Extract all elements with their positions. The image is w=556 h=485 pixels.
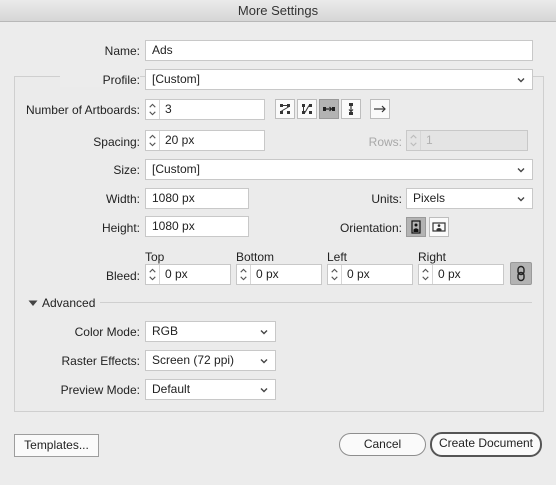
- height-label: Height:: [101, 221, 140, 235]
- advanced-toggle[interactable]: Advanced: [42, 296, 95, 310]
- color-mode-value: RGB: [152, 324, 179, 338]
- bleed-right-value: 0 px: [438, 267, 461, 281]
- height-field[interactable]: 1080 px: [145, 216, 249, 237]
- raster-effects-value: Screen (72 ppi): [152, 353, 235, 367]
- spacing-stepper[interactable]: 20 px: [145, 130, 265, 151]
- arrange-by-column-button[interactable]: [341, 99, 361, 119]
- artboards-stepper[interactable]: 3: [145, 99, 265, 120]
- units-value: Pixels: [413, 191, 446, 205]
- bleed-right-stepper[interactable]: 0 px: [418, 264, 504, 285]
- preview-mode-label: Preview Mode:: [60, 383, 140, 397]
- units-label: Units:: [371, 192, 402, 206]
- chevron-down-icon: [260, 388, 268, 393]
- stepper-arrows-icon: [410, 131, 421, 150]
- chevron-down-icon: [517, 168, 525, 173]
- orientation-label: Orientation:: [339, 221, 402, 235]
- bleed-left-value: 0 px: [347, 267, 370, 281]
- rows-label: Rows:: [368, 135, 402, 149]
- grid-by-row-icon: [280, 104, 290, 114]
- landscape-icon: [432, 222, 446, 232]
- size-label: Size:: [113, 163, 140, 177]
- direction-button[interactable]: [370, 99, 390, 119]
- bleed-left-label: Left: [327, 250, 348, 264]
- bleed-bottom-label: Bottom: [236, 250, 275, 264]
- stepper-arrows-icon[interactable]: [419, 265, 433, 284]
- cancel-button[interactable]: Cancel: [339, 433, 426, 456]
- portrait-icon: [411, 220, 421, 234]
- rows-stepper: 1: [406, 130, 528, 151]
- preview-mode-value: Default: [152, 382, 191, 396]
- stepper-arrows-icon[interactable]: [146, 265, 160, 284]
- portrait-button[interactable]: [406, 217, 426, 237]
- width-field[interactable]: 1080 px: [145, 188, 249, 209]
- bleed-bottom-stepper[interactable]: 0 px: [236, 264, 322, 285]
- bleed-link-button[interactable]: [510, 262, 532, 285]
- bleed-label: Bleed:: [105, 269, 140, 283]
- raster-effects-label: Raster Effects:: [61, 354, 140, 368]
- bleed-right-label: Right: [418, 250, 447, 264]
- bleed-top-label: Top: [145, 250, 165, 264]
- divider: [100, 302, 532, 303]
- color-mode-select[interactable]: RGB: [145, 321, 276, 342]
- profile-select[interactable]: [Custom]: [145, 69, 533, 90]
- create-document-button[interactable]: Create Document: [430, 432, 542, 457]
- stepper-arrows-icon[interactable]: [328, 265, 342, 284]
- bleed-top-stepper[interactable]: 0 px: [145, 264, 231, 285]
- chevron-down-icon: [517, 78, 525, 83]
- grid-by-column-icon: [302, 104, 312, 114]
- artboards-label: Number of Artboards:: [25, 103, 140, 117]
- stepper-arrows-icon[interactable]: [146, 100, 160, 119]
- width-label: Width:: [105, 192, 140, 206]
- profile-label: Profile:: [60, 73, 140, 87]
- chevron-down-icon: [260, 359, 268, 364]
- name-field[interactable]: Ads: [145, 40, 533, 61]
- arrow-right-icon: [374, 105, 386, 113]
- name-label: Name:: [104, 44, 140, 58]
- landscape-button[interactable]: [429, 217, 449, 237]
- units-select[interactable]: Pixels: [406, 188, 533, 209]
- chain-link-icon: [517, 265, 525, 282]
- rows-value: 1: [426, 133, 433, 147]
- size-value: [Custom]: [152, 162, 201, 176]
- templates-button[interactable]: Templates...: [14, 434, 99, 457]
- arrange-by-row-button[interactable]: [319, 99, 339, 119]
- window-title: More Settings: [0, 0, 556, 22]
- chevron-down-icon: [260, 330, 268, 335]
- profile-value: [Custom]: [152, 72, 201, 86]
- stepper-arrows-icon[interactable]: [237, 265, 251, 284]
- bleed-bottom-value: 0 px: [256, 267, 279, 281]
- bleed-top-value: 0 px: [165, 267, 188, 281]
- size-select[interactable]: [Custom]: [145, 159, 533, 180]
- preview-mode-select[interactable]: Default: [145, 379, 276, 400]
- stepper-arrows-icon[interactable]: [146, 131, 160, 150]
- spacing-label: Spacing:: [93, 135, 140, 149]
- spacing-value: 20 px: [165, 133, 195, 147]
- bleed-left-stepper[interactable]: 0 px: [327, 264, 413, 285]
- raster-effects-select[interactable]: Screen (72 ppi): [145, 350, 276, 371]
- arrange-by-row-icon: [323, 106, 335, 112]
- grid-by-column-button[interactable]: [297, 99, 317, 119]
- artboards-value: 3: [165, 102, 172, 116]
- grid-by-row-button[interactable]: [275, 99, 295, 119]
- arrange-by-column-icon: [348, 103, 354, 115]
- chevron-down-icon: [517, 197, 525, 202]
- disclosure-triangle-icon[interactable]: [28, 298, 38, 308]
- color-mode-label: Color Mode:: [74, 325, 140, 339]
